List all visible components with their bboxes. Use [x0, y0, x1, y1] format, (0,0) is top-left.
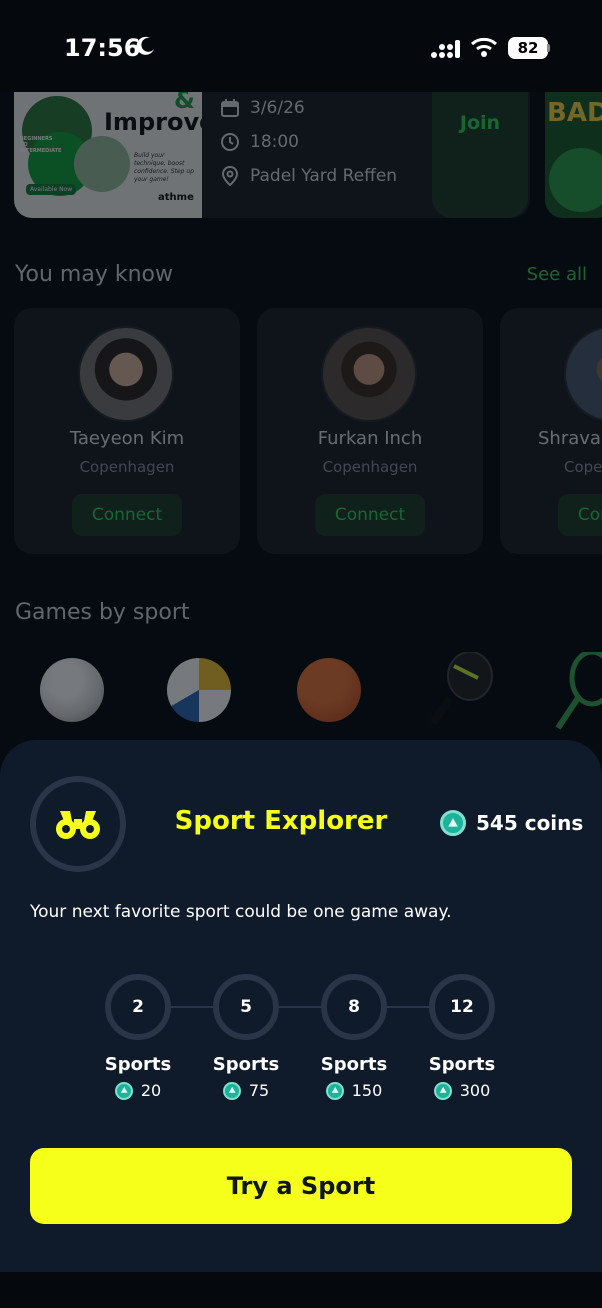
milestone-count: 2: [105, 974, 171, 1040]
milestone-reward: 300: [402, 1081, 522, 1100]
milestone: 2 Sports 20: [78, 974, 198, 1100]
milestone-label: Sports: [104, 1054, 172, 1075]
next-event-card[interactable]: BAD: [545, 92, 602, 218]
event-date-row: 3/6/26: [220, 98, 305, 118]
event-image-brand: athme: [158, 192, 194, 203]
football-icon[interactable]: [40, 658, 104, 722]
background-feed: & Improve Build your technique, boost co…: [0, 92, 602, 742]
milestone: 8 Sports 150: [294, 974, 414, 1100]
home-indicator-area: [0, 1272, 602, 1308]
event-image-badge: Available Now: [26, 184, 77, 195]
person-card[interactable]: Furkan Inch Copenhagen Connect: [257, 308, 483, 554]
games-by-sport-title: Games by sport: [15, 600, 190, 625]
battery-tip: [547, 44, 550, 52]
event-date: 3/6/26: [250, 98, 305, 118]
event-image-title: Improve: [104, 108, 202, 136]
see-all-link[interactable]: See all: [527, 264, 587, 285]
person-name: Shravan: [538, 428, 602, 449]
moon-icon: [136, 36, 154, 55]
clock-icon: [221, 133, 239, 151]
milestone-reward-value: 75: [248, 1081, 270, 1100]
milestone-count: 12: [429, 974, 495, 1040]
next-event-card-text: BAD: [547, 98, 602, 128]
person-name: Furkan Inch: [317, 428, 423, 449]
coin-icon: [433, 1081, 452, 1100]
connect-button[interactable]: Connect: [72, 494, 182, 536]
milestone-reward-value: 150: [351, 1081, 383, 1100]
person-city: Copenhagen: [322, 458, 418, 476]
sport-explorer-sheet: Sport Explorer 545 coins Your next favor…: [0, 740, 602, 1272]
milestone-reward-value: 20: [140, 1081, 162, 1100]
you-may-know-title: You may know: [15, 262, 173, 287]
coin-balance: 545 coins: [440, 810, 583, 836]
volleyball-icon[interactable]: [167, 658, 231, 722]
person-city: Copenhagen: [564, 458, 602, 476]
milestone-count: 8: [321, 974, 387, 1040]
person-card[interactable]: Shravan Copenhagen Connect: [500, 308, 602, 554]
avatar: [321, 326, 417, 422]
milestone-count: 5: [213, 974, 279, 1040]
clock: 17:56: [64, 34, 141, 62]
person-city: Copenhagen: [79, 458, 175, 476]
person-card[interactable]: Taeyeon Kim Copenhagen Connect: [14, 308, 240, 554]
milestone-reward: 75: [186, 1081, 306, 1100]
connect-button[interactable]: Connect: [558, 494, 602, 536]
event-image: & Improve Build your technique, boost co…: [14, 92, 202, 218]
event-time: 18:00: [250, 132, 299, 152]
signal-icon: [431, 40, 460, 58]
calendar-icon: [221, 99, 239, 117]
coin-icon: [222, 1081, 241, 1100]
milestone-label: Sports: [212, 1054, 280, 1075]
coin-icon: [440, 810, 466, 836]
milestone: 12 Sports 300: [402, 974, 522, 1100]
coin-balance-text: 545 coins: [476, 811, 584, 835]
coin-icon: [325, 1081, 344, 1100]
join-button[interactable]: Join: [432, 92, 528, 218]
coin-icon: [114, 1081, 133, 1100]
event-image-caption: Build your technique, boost confidence. …: [134, 152, 194, 183]
milestone-reward: 20: [78, 1081, 198, 1100]
avatar: [78, 326, 174, 422]
event-location-row: Padel Yard Reffen: [220, 166, 397, 186]
status-bar: 17:56 82: [0, 0, 602, 92]
event-time-row: 18:00: [220, 132, 299, 152]
milestone: 5 Sports 75: [186, 974, 306, 1100]
basketball-icon[interactable]: [297, 658, 361, 722]
tennis-icon[interactable]: [552, 652, 602, 734]
sheet-subtitle: Your next favorite sport could be one ga…: [30, 902, 452, 922]
avatar: [564, 326, 602, 422]
connect-button[interactable]: Connect: [315, 494, 425, 536]
event-image-level: BEGINNERS TO INTERMEDIATE: [20, 136, 62, 154]
battery-indicator: 82: [508, 37, 548, 59]
person-name: Taeyeon Kim: [69, 428, 185, 449]
milestone-label: Sports: [428, 1054, 496, 1075]
milestone-reward: 150: [294, 1081, 414, 1100]
milestone-label: Sports: [320, 1054, 388, 1075]
try-a-sport-button[interactable]: Try a Sport: [30, 1148, 572, 1224]
padel-icon[interactable]: [428, 652, 494, 734]
milestone-reward-value: 300: [459, 1081, 491, 1100]
event-location: Padel Yard Reffen: [250, 166, 398, 186]
wifi-icon: [471, 37, 497, 57]
location-pin-icon: [221, 166, 239, 186]
